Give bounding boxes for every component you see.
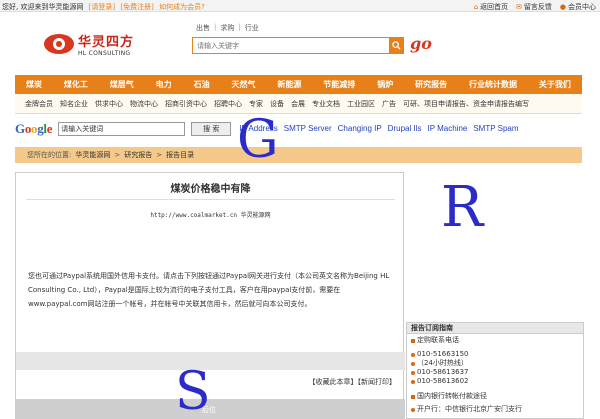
breadcrumb-separator: > bbox=[114, 151, 121, 159]
logo-en: HL CONSULTING bbox=[78, 50, 131, 57]
ad-link[interactable]: IP Machine bbox=[427, 124, 467, 133]
subnav-item[interactable]: 知名企业 bbox=[60, 99, 88, 109]
divider bbox=[26, 199, 395, 200]
nav-item-coalbed-gas[interactable]: 煤层气 bbox=[110, 79, 134, 90]
sidebar-title: 报告订阅指南 bbox=[407, 323, 583, 334]
sidebar-row: 定购联系电话 bbox=[417, 336, 459, 344]
nav-item-statistics[interactable]: 行业统计数据 bbox=[469, 79, 517, 90]
ad-link[interactable]: SMTP Spam bbox=[473, 124, 518, 133]
search-button[interactable] bbox=[389, 38, 403, 53]
go-button[interactable]: go bbox=[410, 34, 432, 53]
search-tab-buy[interactable]: 求购 bbox=[220, 23, 234, 33]
member-center-link[interactable]: ● 会员中心 bbox=[560, 2, 596, 12]
top-bar: 您好, 欢迎来到华灵能源网 [请登录] [免费注册] 如何成为会员? ⌂ 返回首页… bbox=[0, 0, 600, 12]
home-icon: ⌂ bbox=[473, 3, 479, 11]
search-box bbox=[192, 37, 404, 54]
subnav-item[interactable]: 专家 bbox=[249, 99, 263, 109]
ad-links: IP Address SMTP Server Changing IP Drupa… bbox=[239, 124, 518, 133]
subnav-item[interactable]: 广告 bbox=[382, 99, 396, 109]
search-icon bbox=[391, 41, 401, 50]
google-logo: Google bbox=[15, 120, 53, 136]
search-tab-sell[interactable]: 出售 bbox=[196, 23, 210, 33]
breadcrumb-separator: > bbox=[156, 151, 163, 159]
nav-item-energy-saving[interactable]: 节能减排 bbox=[323, 79, 355, 90]
breadcrumb-label: 您所在的位置: bbox=[27, 151, 72, 159]
sidebar-phone: 010-58613602 bbox=[417, 377, 469, 385]
welcome-area: 您好, 欢迎来到华灵能源网 [请登录] [免费注册] 如何成为会员? bbox=[2, 2, 205, 12]
subnav-item[interactable]: 招聘中心 bbox=[214, 99, 242, 109]
logo-cn: 华灵四方 bbox=[78, 35, 135, 50]
search-input[interactable] bbox=[193, 38, 388, 53]
home-link-label: 返回首页 bbox=[480, 3, 509, 11]
nav-item-oil[interactable]: 石油 bbox=[194, 79, 210, 90]
top-links: ⌂ 返回首页 ✉ 留言反馈 ● 会员中心 bbox=[474, 2, 596, 12]
search-tabs: 出售 | 求购 | 行业 bbox=[196, 23, 259, 33]
google-search-button[interactable]: 搜 索 bbox=[191, 121, 232, 136]
sidebar-row: 开户行：中信银行北京广安门支行 bbox=[417, 405, 522, 413]
overlay-letter-s: S bbox=[175, 362, 211, 419]
google-search-input[interactable] bbox=[58, 121, 186, 136]
bullet-icon bbox=[411, 338, 415, 343]
become-member-link[interactable]: 如何成为会员? bbox=[159, 3, 205, 11]
sidebar-phone: 010-51663150 bbox=[417, 350, 469, 358]
overlay-letter-r: R bbox=[441, 175, 484, 240]
overlay-letter-g: G bbox=[237, 110, 279, 170]
separator: | bbox=[238, 23, 241, 31]
user-icon: ● bbox=[559, 3, 566, 11]
main-nav: 煤炭 煤化工 煤层气 电力 石油 天然气 新能源 节能减排 锅炉 研究报告 行业… bbox=[15, 75, 582, 94]
breadcrumb-item[interactable]: 研究报告 bbox=[124, 150, 152, 160]
sidebar-row: （24小时热线） bbox=[417, 359, 468, 367]
subnav-item[interactable]: 招商引资中心 bbox=[165, 99, 207, 109]
home-link[interactable]: ⌂ 返回首页 bbox=[474, 2, 508, 12]
subnav-item[interactable]: 会展 bbox=[291, 99, 305, 109]
ad-link[interactable]: Drupal Ils bbox=[388, 124, 422, 133]
nav-item-coal-chemical[interactable]: 煤化工 bbox=[64, 79, 88, 90]
article-title: 煤炭价格稳中有降 bbox=[170, 184, 251, 195]
subnav-item[interactable]: 设备 bbox=[270, 99, 284, 109]
clock-icon bbox=[411, 361, 415, 366]
feedback-icon: ✉ bbox=[516, 3, 522, 11]
logo-mark-icon bbox=[44, 34, 74, 54]
sidebar-phone: 010-58613637 bbox=[417, 368, 469, 376]
bank-icon bbox=[411, 407, 415, 412]
nav-item-boiler[interactable]: 锅炉 bbox=[377, 79, 393, 90]
breadcrumb: 您所在的位置: 华灵能源网 > 研究报告 > 报告目录 bbox=[15, 147, 582, 163]
nav-item-coal[interactable]: 煤炭 bbox=[26, 79, 42, 90]
subnav-item[interactable]: 工业园区 bbox=[347, 99, 375, 109]
subnav-item[interactable]: 金牌会员 bbox=[25, 99, 53, 109]
sub-nav: 金牌会员 知名企业 供求中心 物流中心 招商引资中心 招聘中心 专家 设备 会展… bbox=[15, 94, 582, 114]
nav-item-natural-gas[interactable]: 天然气 bbox=[231, 79, 255, 90]
login-link[interactable]: [请登录] bbox=[89, 3, 115, 11]
subnav-item[interactable]: 可研、项目申请报告、资金申请报告编写 bbox=[403, 99, 529, 109]
ad-link[interactable]: Changing IP bbox=[338, 124, 382, 133]
site-logo[interactable]: 华灵四方 HL CONSULTING bbox=[44, 31, 134, 57]
feedback-link[interactable]: ✉ 留言反馈 bbox=[516, 2, 552, 12]
welcome-text: 您好, 欢迎来到华灵能源网 bbox=[2, 3, 84, 11]
article-source: http://www.coalmarket.cn 华灵能源网 bbox=[150, 212, 271, 219]
subnav-item[interactable]: 物流中心 bbox=[130, 99, 158, 109]
nav-item-research-report[interactable]: 研究报告 bbox=[415, 79, 447, 90]
subnav-item[interactable]: 专业文档 bbox=[312, 99, 340, 109]
member-center-label: 会员中心 bbox=[568, 3, 596, 11]
register-link[interactable]: [免费注册] bbox=[120, 3, 153, 11]
nav-item-about[interactable]: 关于我们 bbox=[539, 79, 571, 90]
search-tab-industry[interactable]: 行业 bbox=[245, 23, 259, 33]
separator: | bbox=[214, 23, 217, 31]
phone-icon bbox=[411, 370, 415, 375]
breadcrumb-item[interactable]: 报告目录 bbox=[166, 150, 194, 160]
phone-icon bbox=[411, 352, 415, 357]
sidebar-row: 国内银行转帐付款途径 bbox=[417, 392, 487, 400]
bullet-icon bbox=[411, 394, 415, 399]
google-search-bar: Google 搜 索 IP Address SMTP Server Changi… bbox=[15, 121, 582, 136]
subnav-item[interactable]: 供求中心 bbox=[95, 99, 123, 109]
phone-icon bbox=[411, 379, 415, 384]
ad-link[interactable]: SMTP Server bbox=[284, 124, 332, 133]
nav-item-power[interactable]: 电力 bbox=[156, 79, 172, 90]
feedback-link-label: 留言反馈 bbox=[523, 3, 552, 11]
article-body: 您也可通过Paypal系统用国外信用卡支付。请点击下列按钮通过Paypal网关进… bbox=[28, 272, 390, 308]
report-subscription-guide: 报告订阅指南 定购联系电话 010-51663150 （24小时热线） 010-… bbox=[406, 322, 584, 419]
nav-item-new-energy[interactable]: 新能源 bbox=[277, 79, 301, 90]
breadcrumb-item[interactable]: 华灵能源网 bbox=[75, 150, 110, 160]
